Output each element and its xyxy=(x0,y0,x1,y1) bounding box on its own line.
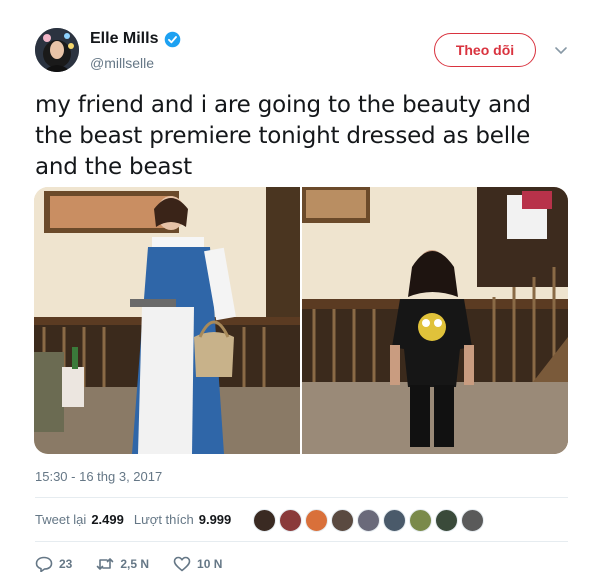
liker-avatar[interactable] xyxy=(409,509,432,532)
beast-tshirt-photo[interactable] xyxy=(302,187,568,454)
likes-value: 9.999 xyxy=(198,512,232,527)
user-handle[interactable]: @millselle xyxy=(90,55,154,71)
liker-avatar[interactable] xyxy=(357,509,380,532)
reply-button[interactable]: 23 xyxy=(35,556,72,572)
liker-avatar[interactable] xyxy=(279,509,302,532)
reply-icon xyxy=(35,556,53,572)
liker-avatar[interactable] xyxy=(331,509,354,532)
tweet-actions: 23 2,5 N 10 N xyxy=(35,556,246,572)
avatar[interactable] xyxy=(35,28,79,72)
divider xyxy=(35,541,568,542)
like-button[interactable]: 10 N xyxy=(173,556,222,572)
tweet-timestamp[interactable]: 15:30 - 16 thg 3, 2017 xyxy=(35,469,162,484)
retweet-count: 2,5 N xyxy=(120,557,150,571)
liker-avatar[interactable] xyxy=(305,509,328,532)
retweet-button[interactable]: 2,5 N xyxy=(96,556,149,572)
chevron-down-icon[interactable] xyxy=(554,44,568,56)
like-count: 10 N xyxy=(197,557,223,571)
liker-avatar[interactable] xyxy=(253,509,276,532)
liker-avatar[interactable] xyxy=(461,509,484,532)
retweets-label: Tweet lại xyxy=(35,512,87,527)
tweet-text: my friend and i are going to the beauty … xyxy=(35,92,531,180)
engagement-stats: Tweet lại 2.499 Lượt thích 9.999 xyxy=(35,512,231,527)
liker-avatars xyxy=(253,509,484,532)
retweet-count-stat[interactable]: Tweet lại 2.499 xyxy=(35,512,124,527)
likes-label: Lượt thích xyxy=(133,512,194,527)
verified-badge-icon xyxy=(164,31,181,48)
retweet-icon xyxy=(96,556,114,572)
like-count-stat[interactable]: Lượt thích 9.999 xyxy=(134,512,231,527)
retweets-value: 2.499 xyxy=(91,512,124,527)
belle-costume-photo[interactable] xyxy=(34,187,300,454)
display-name[interactable]: Elle Mills xyxy=(90,30,158,48)
media-grid xyxy=(34,187,568,454)
follow-button[interactable]: Theo dõi xyxy=(434,33,536,67)
name-row: Elle Mills xyxy=(90,30,181,48)
liker-avatar[interactable] xyxy=(383,509,406,532)
heart-icon xyxy=(173,556,191,572)
liker-avatar[interactable] xyxy=(435,509,458,532)
tweet-card: Elle Mills @millselle Theo dõi my friend… xyxy=(0,0,600,580)
divider xyxy=(35,497,568,498)
reply-count: 23 xyxy=(59,557,73,571)
